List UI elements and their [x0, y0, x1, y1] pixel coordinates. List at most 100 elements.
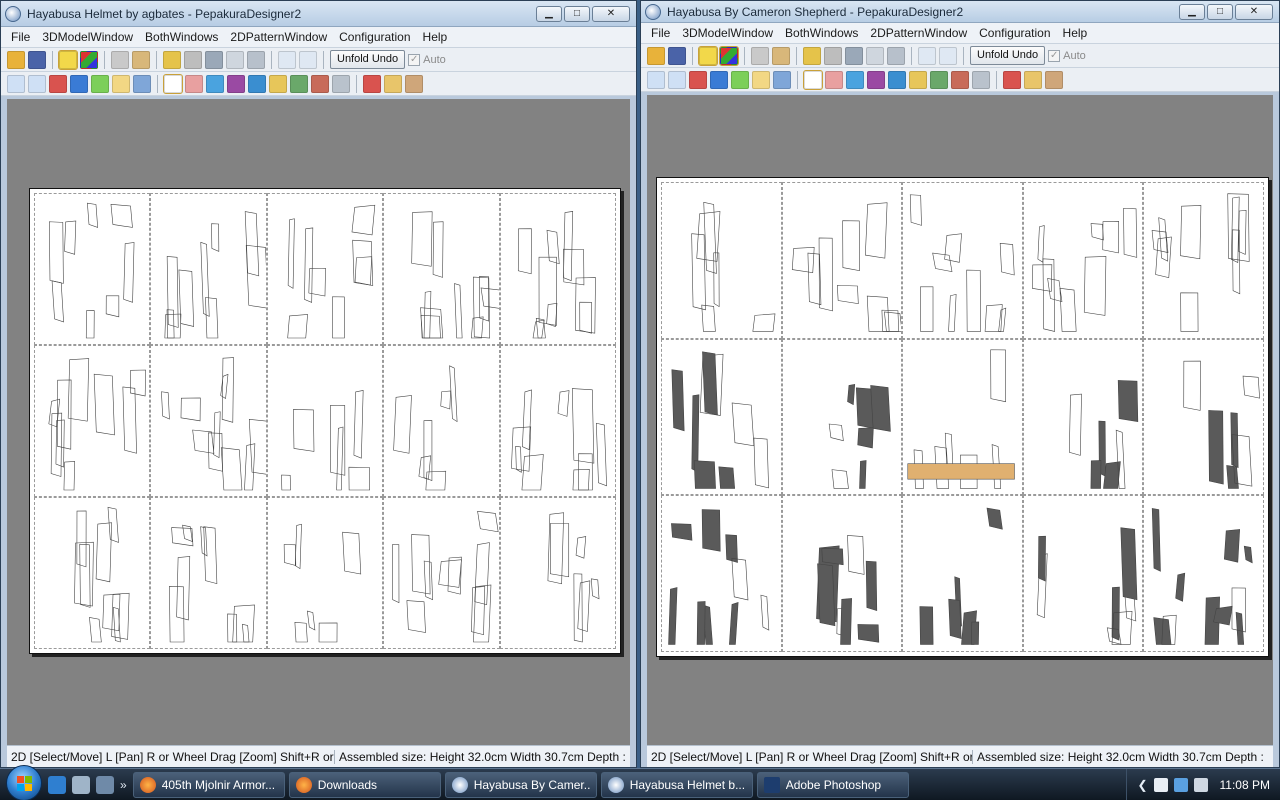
paint-icon[interactable] [311, 74, 329, 93]
pattern-part[interactable] [1184, 361, 1201, 410]
image-icon[interactable] [290, 74, 308, 93]
arrange-icon[interactable] [668, 70, 686, 89]
save-disk-icon[interactable] [668, 46, 686, 65]
pattern-part[interactable] [697, 211, 720, 261]
pattern-part[interactable] [162, 392, 170, 419]
box-icon[interactable] [772, 46, 790, 65]
pattern-part[interactable] [596, 423, 606, 486]
undo-icon[interactable] [972, 70, 990, 89]
clock[interactable]: 11:08 PM [1220, 778, 1270, 792]
pattern-part[interactable] [86, 311, 94, 338]
pattern-part[interactable] [1156, 237, 1172, 278]
menu-2dpatternwindow[interactable]: 2DPatternWindow [864, 26, 973, 40]
pattern-part[interactable] [518, 229, 531, 274]
text-icon[interactable] [909, 70, 927, 89]
taskbar-item[interactable]: Downloads [288, 771, 441, 798]
pattern-part[interactable] [228, 614, 237, 642]
quick-launch-more[interactable]: » [120, 778, 127, 792]
pattern-part[interactable] [949, 294, 957, 331]
pepakura-window-left[interactable]: Hayabusa Helmet by agbates - PepakuraDes… [0, 0, 637, 768]
pattern-part[interactable] [123, 387, 137, 453]
clipboard-icon[interactable] [384, 74, 402, 93]
pattern-part[interactable] [539, 257, 557, 325]
pattern-part[interactable] [732, 403, 754, 446]
maximize-button[interactable]: □ [564, 5, 590, 22]
select-frame-icon[interactable] [647, 70, 665, 89]
pattern-part[interactable] [672, 369, 684, 430]
menu-2dpatternwindow[interactable]: 2DPatternWindow [224, 30, 333, 44]
pattern-part[interactable] [474, 277, 490, 338]
pattern-part[interactable] [103, 594, 120, 631]
flip-icon[interactable] [133, 74, 151, 93]
pattern-part[interactable] [591, 579, 599, 599]
pattern-part[interactable] [87, 203, 97, 227]
pattern-part[interactable] [49, 222, 63, 284]
pattern-part[interactable] [1084, 256, 1106, 315]
pattern-part[interactable] [1225, 530, 1240, 563]
pattern-part[interactable] [719, 466, 735, 488]
pattern-part[interactable] [842, 221, 859, 271]
taskbar-item[interactable]: 405th Mjolnir Armor... [132, 771, 285, 798]
pattern-part[interactable] [692, 234, 706, 310]
pattern-part[interactable] [522, 454, 543, 490]
pattern-part[interactable] [393, 545, 400, 603]
pattern-part[interactable] [108, 507, 119, 542]
menu-3dmodelwindow[interactable]: 3DModelWindow [36, 30, 139, 44]
pattern-part[interactable] [424, 291, 431, 338]
pattern-part[interactable] [472, 587, 485, 635]
pattern-sheet[interactable] [656, 177, 1269, 657]
unfold-icon[interactable] [58, 49, 78, 70]
edge-icon[interactable] [91, 74, 109, 93]
pattern-part[interactable] [546, 303, 556, 326]
pattern-part[interactable] [407, 601, 426, 633]
titlebar[interactable]: Hayabusa Helmet by agbates - PepakuraDes… [1, 1, 636, 27]
pattern-part[interactable] [172, 528, 193, 546]
text-icon[interactable] [269, 74, 287, 93]
taskbar-item[interactable]: Adobe Photoshop [756, 771, 909, 798]
pattern-part[interactable] [921, 287, 934, 332]
select-arrow-icon[interactable] [803, 69, 823, 90]
unfold-undo-button[interactable]: Unfold Undo [330, 50, 406, 69]
pattern-part[interactable] [223, 358, 234, 423]
pattern-part[interactable] [96, 523, 112, 582]
pattern-part[interactable] [1236, 613, 1244, 645]
taskbar-item[interactable]: Hayabusa By Camer... [444, 771, 597, 798]
pattern-part[interactable] [1181, 293, 1198, 332]
menu-file[interactable]: File [5, 30, 36, 44]
tray-app-icon[interactable] [1153, 777, 1168, 792]
pattern-part[interactable] [247, 245, 266, 308]
pattern-part[interactable] [111, 204, 133, 227]
pattern-part[interactable] [221, 374, 228, 398]
pattern-part[interactable] [999, 308, 1006, 331]
pattern-part[interactable] [1060, 288, 1076, 331]
pattern-part[interactable] [577, 581, 589, 632]
pattern-part[interactable] [847, 536, 864, 575]
pattern-part[interactable] [1231, 412, 1238, 467]
window-single-icon[interactable] [939, 46, 957, 65]
pattern-part[interactable] [515, 446, 521, 472]
pattern-part[interactable] [857, 427, 873, 447]
color-cube-icon[interactable] [719, 45, 739, 66]
menu-3dmodelwindow[interactable]: 3DModelWindow [676, 26, 779, 40]
pattern-part[interactable] [336, 427, 342, 490]
pattern-part[interactable] [1176, 574, 1185, 602]
minimize-button[interactable]: ▁ [536, 5, 562, 22]
pattern-part[interactable] [697, 602, 705, 645]
box-icon[interactable] [132, 50, 150, 69]
pattern-part[interactable] [669, 588, 678, 645]
pattern-part[interactable] [177, 557, 190, 620]
pattern-part[interactable] [222, 448, 243, 490]
number-icon[interactable] [70, 74, 88, 93]
pepakura-window-right[interactable]: Hayabusa By Cameron Shepherd - PepakuraD… [640, 0, 1280, 768]
volume-icon[interactable] [1193, 777, 1208, 792]
pattern-part[interactable] [1038, 537, 1045, 582]
pages-icon[interactable] [824, 46, 842, 65]
pattern-part[interactable] [987, 508, 1002, 529]
pattern-part[interactable] [332, 297, 344, 338]
pattern-part[interactable] [250, 419, 266, 475]
auto-checkbox[interactable]: ✓ Auto [1048, 49, 1086, 62]
switch-windows-icon[interactable] [96, 775, 114, 794]
select-frame-icon[interactable] [7, 74, 25, 93]
menu-configuration[interactable]: Configuration [333, 30, 416, 44]
show-desktop-icon[interactable] [72, 775, 90, 794]
